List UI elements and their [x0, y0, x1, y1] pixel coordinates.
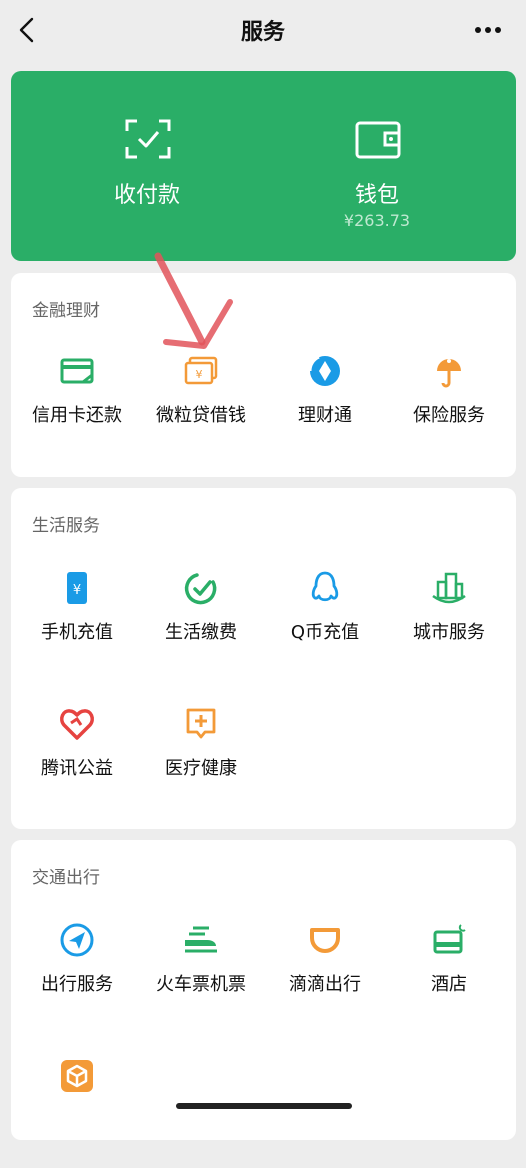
train-icon	[185, 926, 217, 953]
service-train-flight[interactable]: 火车票机票	[139, 922, 263, 1032]
service-label: 腾讯公益	[41, 758, 113, 779]
service-label: 保险服务	[413, 405, 485, 426]
hotel-bed-icon	[433, 924, 466, 954]
navigation-arrow-icon	[60, 923, 94, 957]
section-title: 金融理财	[32, 301, 100, 321]
wallet-label: 钱包	[354, 183, 399, 208]
service-travel[interactable]: 出行服务	[15, 922, 139, 1032]
service-insurance[interactable]: 保险服务	[387, 353, 511, 463]
service-utilities[interactable]: 生活缴费	[139, 570, 263, 680]
credit-card-icon	[60, 358, 94, 384]
service-city[interactable]: 城市服务	[387, 570, 511, 680]
wallet-card: 收付款 钱包 ¥263.73	[11, 71, 516, 261]
wallet-balance: ¥263.73	[343, 211, 411, 230]
top-bar: 服务	[0, 0, 526, 60]
service-label: 生活缴费	[165, 622, 237, 643]
yuan-cards-icon: ¥	[184, 356, 218, 385]
insurance-umbrella-icon	[437, 359, 461, 388]
didi-icon	[310, 928, 340, 953]
service-label: 微粒贷借钱	[156, 405, 246, 426]
pay-receive-button[interactable]: 收付款	[21, 71, 273, 261]
service-label: 火车票机票	[156, 974, 246, 995]
section-title: 生活服务	[32, 516, 100, 536]
service-licaitong[interactable]: 理财通	[263, 353, 387, 463]
service-label: 滴滴出行	[289, 974, 361, 995]
service-label: 信用卡还款	[32, 405, 122, 426]
section-life: 生活服务 ¥ 手机充值 生活缴费 Q币充值 城市服务 腾讯公益 医疗健康	[11, 488, 516, 829]
phone-yuan-icon: ¥	[67, 572, 87, 604]
service-more-transport[interactable]	[15, 1058, 139, 1168]
service-label: 医疗健康	[165, 758, 237, 779]
licaitong-icon	[308, 355, 340, 386]
service-credit-card-repay[interactable]: 信用卡还款	[15, 353, 139, 463]
wallet-icon	[355, 121, 401, 159]
service-label: 手机充值	[41, 622, 113, 643]
medical-cross-icon	[186, 708, 216, 739]
service-label: 出行服务	[41, 974, 113, 995]
home-indicator	[176, 1103, 352, 1109]
svg-text:¥: ¥	[196, 368, 203, 381]
service-charity[interactable]: 腾讯公益	[15, 706, 139, 816]
check-circle-icon	[184, 573, 217, 605]
service-qcoin[interactable]: Q币充值	[263, 570, 387, 680]
service-hotel[interactable]: 酒店	[387, 922, 511, 1032]
section-transport: 交通出行 出行服务 火车票机票 滴滴出行 酒店	[11, 840, 516, 1140]
penguin-icon	[311, 571, 339, 602]
pay-receive-label: 收付款	[113, 183, 180, 208]
service-label: 酒店	[431, 974, 467, 995]
service-didi[interactable]: 滴滴出行	[263, 922, 387, 1032]
scan-qr-icon	[125, 119, 171, 159]
more-icon[interactable]	[468, 14, 508, 46]
service-weilidai[interactable]: ¥ 微粒贷借钱	[139, 353, 263, 463]
service-medical[interactable]: 医疗健康	[139, 706, 263, 816]
page-title: 服务	[240, 20, 285, 45]
service-phone-topup[interactable]: ¥ 手机充值	[15, 570, 139, 680]
city-buildings-icon	[432, 572, 466, 604]
service-label: Q币充值	[290, 622, 360, 643]
section-finance: 金融理财 信用卡还款 ¥ 微粒贷借钱 理财通 保险服务	[11, 273, 516, 477]
box-icon	[61, 1060, 93, 1092]
section-title: 交通出行	[32, 868, 100, 888]
svg-text:¥: ¥	[73, 583, 81, 598]
wallet-button[interactable]: 钱包 ¥263.73	[251, 71, 503, 261]
charity-heart-icon	[60, 709, 94, 740]
service-label: 城市服务	[413, 622, 485, 643]
service-label: 理财通	[298, 405, 352, 426]
